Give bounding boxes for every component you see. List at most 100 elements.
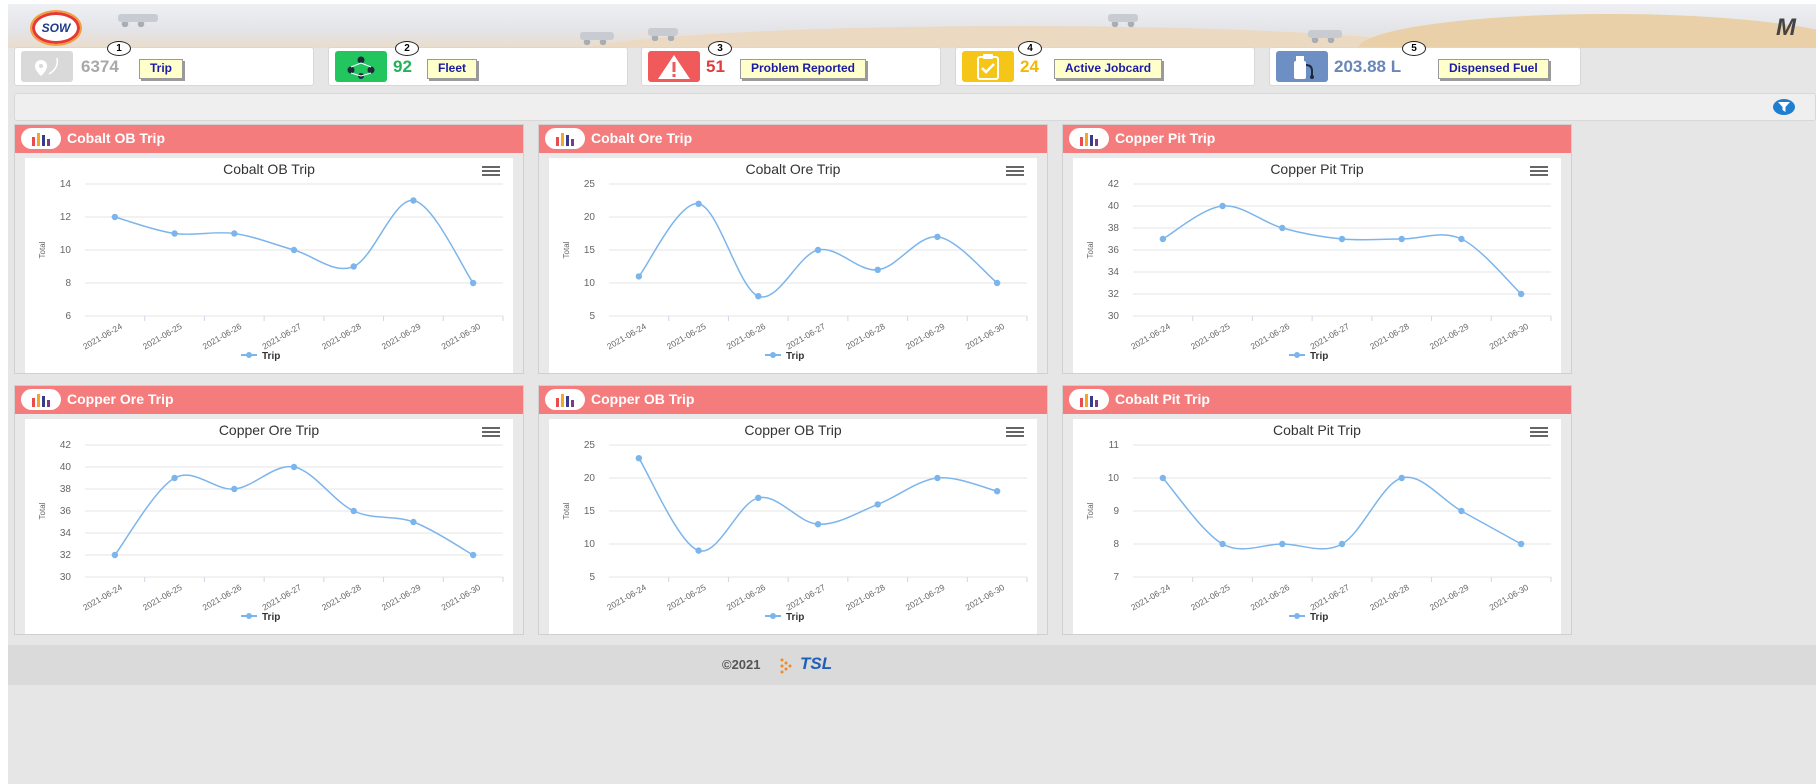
x-tick-label: 2021-06-30 [439,321,482,352]
series-line [114,199,474,284]
panel-title: Copper Pit Trip [1115,130,1216,146]
line-chart[interactable]: Cobalt Ore Trip 5 10 15 20 25 Total 2021-06-24 2… [549,158,1037,373]
stat-badge: 1 [107,41,131,56]
panel-title: Cobalt Ore Trip [591,130,693,146]
bar-chart-icon [545,128,585,149]
y-tick-label: 10 [584,278,596,289]
stat-card-trip[interactable]: 1 6374 Trip [14,41,314,86]
y-tick-label: 10 [584,539,596,550]
stat-label: Problem Reported [740,59,867,79]
truck-decoration-icon [118,14,158,27]
filter-icon[interactable] [1773,99,1795,115]
x-tick-label: 2021-06-27 [260,582,303,613]
y-tick-label: 34 [1108,267,1120,278]
chart-menu-icon[interactable] [1530,166,1548,179]
chart-title: Cobalt Ore Trip [746,161,841,177]
chart-menu-icon[interactable] [1006,166,1024,179]
line-chart[interactable]: Cobalt Pit Trip 7 8 9 10 11 Total 2021-06-24 202… [1073,419,1561,634]
x-tick-label: 2021-06-25 [1189,582,1232,613]
data-point [231,230,238,237]
data-point [469,551,477,559]
data-point [993,279,1001,287]
x-tick-label: 2021-06-27 [1308,582,1351,613]
x-tick-label: 2021-06-27 [784,321,827,352]
x-tick-label: 2021-06-28 [320,582,363,613]
chart-menu-icon[interactable] [482,166,500,179]
stat-card-active-jobcard[interactable]: 4 24 Active Jobcard [955,41,1255,86]
panel-header: Copper OB Trip [539,386,1047,414]
brand-mark: M [1776,14,1796,41]
x-tick-label: 2021-06-29 [380,582,423,613]
chart-menu-icon[interactable] [1006,427,1024,440]
legend-marker [246,352,252,358]
stat-badge: 3 [708,41,732,56]
data-point [1458,235,1465,243]
chart-container: Copper Ore Trip 30 32 34 36 38 40 42 Total 2021-0… [25,419,513,634]
y-tick-label: 7 [1113,572,1119,583]
data-point [290,463,298,471]
data-point [874,266,881,273]
line-chart[interactable]: Cobalt OB Trip 6 8 10 12 14 Total 2021-06-24 202… [25,158,513,373]
chart-menu-icon[interactable] [1530,427,1548,440]
data-point [1219,202,1226,210]
panel-cobalt-pit-trip: Cobalt Pit Trip Cobalt Pit Trip 7 8 9 10 11 To… [1062,385,1572,635]
x-tick-label: 2021-06-26 [725,582,768,613]
x-tick-label: 2021-06-25 [141,582,184,613]
data-point [111,551,119,559]
y-tick-label: 32 [60,550,72,561]
y-tick-label: 30 [60,572,72,583]
stat-card-fleet[interactable]: 2 92 Fleet [328,41,628,86]
fuel-icon [1276,51,1328,82]
tsl-logo[interactable]: TSL [776,652,868,678]
x-tick-label: 2021-06-26 [201,582,244,613]
chart-title: Cobalt OB Trip [223,161,315,177]
stat-badge: 4 [1018,41,1042,56]
legend-label: Trip [1310,351,1328,362]
sow-logo[interactable]: SOW [30,10,82,46]
data-point [695,200,702,207]
legend-marker [246,613,252,619]
stat-value: 6374 [81,57,119,76]
data-point [1458,507,1465,515]
line-chart[interactable]: Copper Ore Trip 30 32 34 36 38 40 42 Total 2021-0… [25,419,513,634]
x-tick-label: 2021-06-26 [201,321,244,352]
data-point [1338,540,1346,548]
chart-title: Copper Pit Trip [1270,161,1364,177]
data-point [1279,540,1286,548]
stat-value: 203.88 L [1334,57,1402,76]
y-tick-label: 5 [589,572,595,583]
x-tick-label: 2021-06-24 [81,321,124,352]
y-tick-label: 25 [584,179,596,190]
stat-badge: 5 [1402,41,1426,56]
stat-card-problem-reported[interactable]: 3 51 Problem Reported [641,41,941,86]
y-tick-label: 10 [60,245,72,256]
data-point [814,521,822,528]
x-tick-label: 2021-06-24 [1129,582,1172,613]
data-point [814,246,822,254]
legend-marker [770,352,776,358]
bar-chart-icon [21,389,61,410]
line-chart[interactable]: Copper OB Trip 5 10 15 20 25 Total 2021-06-24 20… [549,419,1037,634]
panel-header: Copper Pit Trip [1063,125,1571,153]
x-tick-label: 2021-06-26 [1249,582,1292,613]
header-hill-decoration [1358,14,1816,48]
stat-label: Trip [139,59,184,79]
x-tick-label: 2021-06-28 [1368,321,1411,352]
chart-menu-icon[interactable] [482,427,500,440]
x-tick-label: 2021-06-29 [1428,582,1471,613]
data-point [350,263,357,270]
legend-marker [1294,613,1300,619]
stat-card-dispensed-fuel[interactable]: 5 203.88 L Dispensed Fuel [1269,41,1581,86]
x-tick-label: 2021-06-28 [844,321,887,352]
y-tick-label: 38 [1108,223,1120,234]
data-point [874,501,881,508]
stat-value: 51 [706,57,725,76]
legend-label: Trip [262,612,280,623]
data-point [695,547,702,554]
y-tick-label: 36 [60,506,72,517]
chart-container: Cobalt Pit Trip 7 8 9 10 11 Total 2021-06-24 202… [1073,419,1561,634]
data-point [1159,474,1167,482]
series-line [1162,476,1522,550]
legend-label: Trip [786,351,804,362]
line-chart[interactable]: Copper Pit Trip 30 32 34 36 38 40 42 Total 2021-0… [1073,158,1561,373]
